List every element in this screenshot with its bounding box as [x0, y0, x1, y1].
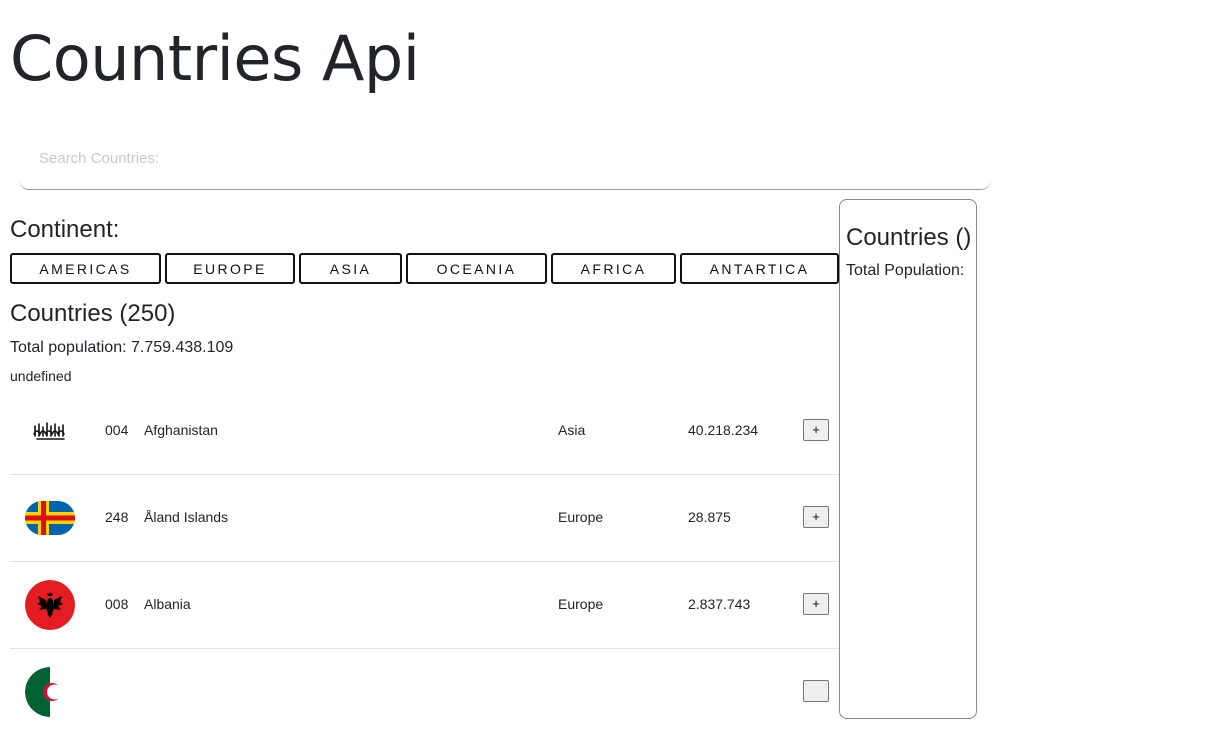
favorites-panel: Countries () Total Population: — [839, 199, 977, 719]
country-code: 008 — [105, 596, 129, 612]
add-country-button[interactable]: + — [803, 506, 829, 528]
favorites-total-population: Total Population: — [846, 262, 965, 279]
country-row: 004 Afghanistan Asia 40.218.234 + — [10, 388, 839, 475]
country-region: Asia — [558, 422, 586, 438]
country-name: Albania — [144, 596, 191, 612]
country-row: 008 Albania Europe 2.837.743 + — [10, 562, 839, 649]
add-country-button[interactable]: + — [803, 419, 829, 441]
continent-button-oceania[interactable]: OCEANIA — [406, 253, 547, 284]
continent-button-europe[interactable]: EUROPE — [165, 253, 295, 284]
country-code: 248 — [105, 509, 129, 525]
aland-islands-flag-icon — [25, 493, 75, 543]
country-row — [10, 649, 839, 735]
search-bar — [19, 128, 991, 190]
algeria-flag-icon — [25, 667, 75, 717]
country-population: 2.837.743 — [688, 596, 751, 612]
country-region: Europe — [558, 596, 604, 612]
add-country-button[interactable]: + — [803, 593, 829, 615]
total-population: Total population: 7.759.438.109 — [10, 339, 234, 356]
favorites-title: Countries () — [846, 224, 972, 251]
afghanistan-flag-icon — [25, 406, 75, 456]
country-name: Afghanistan — [144, 422, 218, 438]
country-name: Åland Islands — [144, 509, 229, 525]
continent-button-asia[interactable]: ASIA — [299, 253, 402, 284]
add-country-button[interactable] — [803, 680, 829, 702]
country-population: 40.218.234 — [688, 422, 759, 438]
continent-button-africa[interactable]: AFRICA — [551, 253, 676, 284]
country-population: 28.875 — [688, 509, 731, 525]
country-region: Europe — [558, 509, 604, 525]
search-input[interactable] — [19, 128, 991, 189]
status-text: undefined — [10, 368, 72, 384]
country-row: 248 Åland Islands Europe 28.875 + — [10, 475, 839, 562]
countries-count-heading: Countries (250) — [10, 300, 176, 327]
country-code: 004 — [105, 422, 129, 438]
page-title: Countries Api — [10, 22, 420, 95]
continent-button-americas[interactable]: AMERICAS — [10, 253, 161, 284]
continent-button-antartica[interactable]: ANTARTICA — [680, 253, 839, 284]
continent-label: Continent: — [10, 216, 120, 243]
country-list: 004 Afghanistan Asia 40.218.234 + 248 Ål… — [10, 388, 839, 735]
albania-flag-icon — [25, 580, 75, 630]
